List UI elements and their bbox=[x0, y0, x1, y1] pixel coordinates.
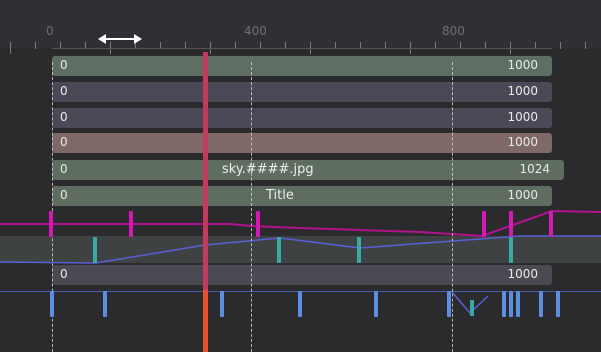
keyframe-marker[interactable] bbox=[516, 291, 520, 317]
keyframe-marker[interactable] bbox=[502, 291, 506, 317]
keyframe-marker[interactable] bbox=[509, 291, 513, 317]
guide-line-800 bbox=[452, 62, 453, 352]
keyframe-marker[interactable] bbox=[129, 211, 133, 237]
keyframe-marker[interactable] bbox=[49, 211, 53, 237]
keyframe-marker[interactable] bbox=[298, 291, 302, 317]
keyframe-marker[interactable] bbox=[509, 211, 513, 237]
keyframe-marker[interactable] bbox=[556, 291, 560, 317]
keyframe-marker[interactable] bbox=[50, 291, 54, 317]
keyframe-marker[interactable] bbox=[220, 291, 224, 317]
guide-line-400 bbox=[251, 62, 252, 352]
keyframe-marker[interactable] bbox=[470, 300, 474, 316]
keyframe-marker[interactable] bbox=[256, 211, 260, 237]
keyframe-marker[interactable] bbox=[549, 211, 553, 237]
keyframe-marker[interactable] bbox=[93, 237, 97, 263]
keyframe-marker[interactable] bbox=[482, 211, 486, 237]
keyframe-marker[interactable] bbox=[374, 291, 378, 317]
keyframe-marker[interactable] bbox=[277, 237, 281, 263]
keyframe-marker[interactable] bbox=[509, 237, 513, 263]
keyframe-marker[interactable] bbox=[539, 291, 543, 317]
playhead-handle[interactable] bbox=[203, 290, 208, 352]
timeline-view: 0 400 800 0 1000 0 1000 0 1000 0 1000 0 … bbox=[0, 0, 601, 352]
keyframe-marker[interactable] bbox=[447, 291, 451, 317]
keyframe-marker[interactable] bbox=[103, 291, 107, 317]
keyframe-marker[interactable] bbox=[357, 237, 361, 263]
